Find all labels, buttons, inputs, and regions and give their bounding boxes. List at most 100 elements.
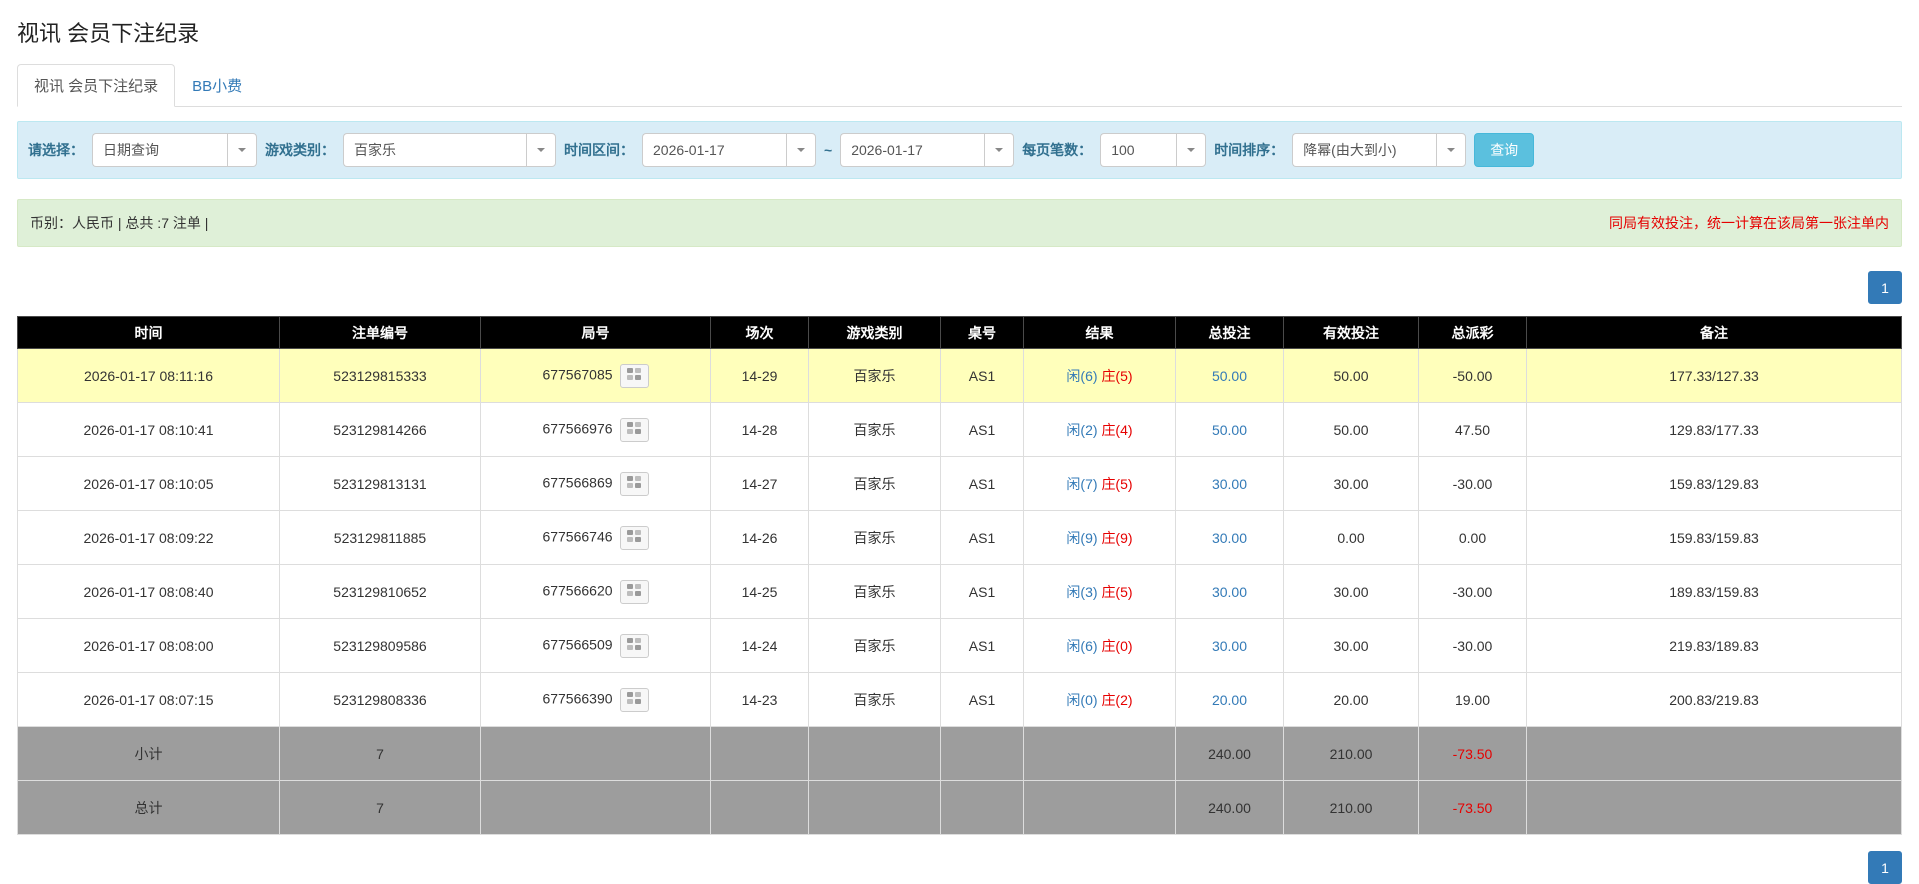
caret-down-icon (1447, 148, 1456, 152)
tab-betting-records[interactable]: 视讯 会员下注纪录 (17, 64, 176, 107)
view-round-result-button[interactable] (619, 687, 649, 712)
note-cell: 129.83/177.33 (1526, 402, 1902, 457)
round-number-cell: 677566509 (480, 618, 711, 673)
date-from-dropdown-button[interactable] (786, 133, 816, 167)
footer-count-cell: 7 (279, 726, 481, 781)
view-round-result-button[interactable] (619, 633, 649, 658)
sort-input[interactable] (1292, 133, 1437, 167)
round-number-cell: 677566620 (480, 564, 711, 619)
time-cell: 2026-01-17 08:10:41 (17, 402, 280, 457)
query-type-input[interactable] (92, 133, 227, 167)
round-number: 677566509 (542, 636, 613, 653)
bet-number-cell: 523129813131 (279, 456, 481, 511)
footer-payout-cell: -73.50 (1418, 780, 1527, 835)
page-title: 视讯 会员下注纪录 (17, 21, 200, 46)
payout-cell: 0.00 (1418, 510, 1527, 565)
view-round-result-button[interactable] (619, 417, 649, 442)
time-cell: 2026-01-17 08:07:15 (17, 672, 280, 727)
table-row: 2026-01-17 08:08:00 523129809586 677566509… (17, 618, 1902, 673)
page-1-button-bottom[interactable]: 1 (1868, 851, 1902, 884)
game-type-cell: 百家乐 (808, 618, 941, 673)
table-row: 2026-01-17 08:08:40 523129810652 677566620… (17, 564, 1902, 619)
column-header: 结果 (1023, 316, 1176, 349)
select-label: 请选择： (28, 142, 84, 158)
game-type-dropdown-button[interactable] (526, 133, 556, 167)
table-number-cell: AS1 (940, 402, 1024, 457)
query-type-dropdown-button[interactable] (227, 133, 257, 167)
note-cell: 159.83/129.83 (1526, 456, 1902, 511)
footer-label-cell: 小计 (17, 726, 280, 781)
total-bet-link[interactable]: 50.00 (1212, 422, 1247, 438)
table-number-cell: AS1 (940, 348, 1024, 403)
player-result: 闲(6) (1066, 367, 1098, 384)
betting-records-table: 时间 注单编号 局号 场次 游戏类别 桌号 结果 总投注 有效投注 总派彩 备注 2026-01-1… (17, 316, 1902, 835)
footer-empty-cell (710, 726, 809, 781)
bet-number-cell: 523129810652 (279, 564, 481, 619)
total-bet-link[interactable]: 30.00 (1212, 530, 1247, 546)
view-round-result-button[interactable] (619, 363, 649, 388)
table-row: 2026-01-17 08:10:41 523129814266 677566976… (17, 402, 1902, 457)
game-type-input[interactable] (343, 133, 526, 167)
note-cell: 177.33/127.33 (1526, 348, 1902, 403)
view-round-result-button[interactable] (619, 525, 649, 550)
note-cell: 200.83/219.83 (1526, 672, 1902, 727)
total-bet-link[interactable]: 30.00 (1212, 638, 1247, 654)
date-range-separator: ~ (824, 142, 833, 158)
round-number-cell: 677566390 (480, 672, 711, 727)
date-from-input[interactable] (642, 133, 786, 167)
cards-icon (627, 638, 642, 653)
total-bet-link[interactable]: 30.00 (1212, 584, 1247, 600)
round-number: 677566976 (542, 420, 613, 437)
round-number: 677567085 (542, 366, 613, 383)
page-1-button[interactable]: 1 (1868, 271, 1902, 304)
round-number-cell: 677566869 (480, 456, 711, 511)
summary-left-text: 币别：人民币 | 总共 :7 注单 | (30, 215, 209, 231)
total-bet-link[interactable]: 30.00 (1212, 476, 1247, 492)
footer-valid-bet-cell: 210.00 (1283, 780, 1419, 835)
time-cell: 2026-01-17 08:11:16 (17, 348, 280, 403)
search-button[interactable]: 查询 (1474, 133, 1535, 167)
date-to-dropdown-button[interactable] (984, 133, 1015, 167)
valid-bet-cell: 20.00 (1283, 672, 1419, 727)
footer-empty-cell (1526, 780, 1902, 835)
subtotal-row: 小计 7 240.00 210.00 -73.50 (17, 726, 1902, 781)
valid-bet-cell: 30.00 (1283, 618, 1419, 673)
page-size-input[interactable] (1100, 133, 1177, 167)
payout-cell: -30.00 (1418, 564, 1527, 619)
table-footer: 小计 7 240.00 210.00 -73.50 总计 7 240.00 210.00 -73.… (17, 726, 1902, 835)
time-cell: 2026-01-17 08:08:00 (17, 618, 280, 673)
total-bet-cell: 20.00 (1175, 672, 1284, 727)
payout-cell: 47.50 (1418, 402, 1527, 457)
view-round-result-button[interactable] (619, 471, 649, 496)
bet-number-cell: 523129809586 (279, 618, 481, 673)
payout-cell: -30.00 (1418, 618, 1527, 673)
round-number: 677566620 (542, 582, 613, 599)
player-result: 闲(3) (1066, 583, 1098, 600)
date-to-input[interactable] (840, 133, 985, 167)
result-cell: 闲(7) 庄(5) (1023, 456, 1176, 511)
filter-bar: 请选择： 游戏类别： 时间区间： ~ 每页笔数： 时间排序： (17, 121, 1902, 179)
total-bet-link[interactable]: 20.00 (1212, 692, 1247, 708)
page-size-dropdown-button[interactable] (1176, 133, 1207, 167)
game-type-cell: 百家乐 (808, 456, 941, 511)
sort-label: 时间排序： (1214, 142, 1285, 158)
session-cell: 14-24 (710, 618, 809, 673)
result-cell: 闲(2) 庄(4) (1023, 402, 1176, 457)
note-cell: 189.83/159.83 (1526, 564, 1902, 619)
footer-empty-cell (1023, 726, 1176, 781)
total-bet-link[interactable]: 50.00 (1212, 368, 1247, 384)
sort-combobox (1292, 133, 1467, 167)
tab-bb-tips[interactable]: BB小费 (175, 64, 259, 107)
player-result: 闲(7) (1066, 475, 1098, 492)
table-body: 2026-01-17 08:11:16 523129815333 677567085… (17, 348, 1902, 727)
round-number: 677566390 (542, 690, 613, 707)
session-cell: 14-26 (710, 510, 809, 565)
banker-result: 庄(2) (1101, 691, 1133, 708)
banker-result: 庄(0) (1101, 637, 1133, 654)
footer-total-bet-cell: 240.00 (1175, 780, 1284, 835)
round-number: 677566746 (542, 528, 613, 545)
round-number-cell: 677566976 (480, 402, 711, 457)
session-cell: 14-25 (710, 564, 809, 619)
view-round-result-button[interactable] (619, 579, 649, 604)
sort-dropdown-button[interactable] (1436, 133, 1467, 167)
